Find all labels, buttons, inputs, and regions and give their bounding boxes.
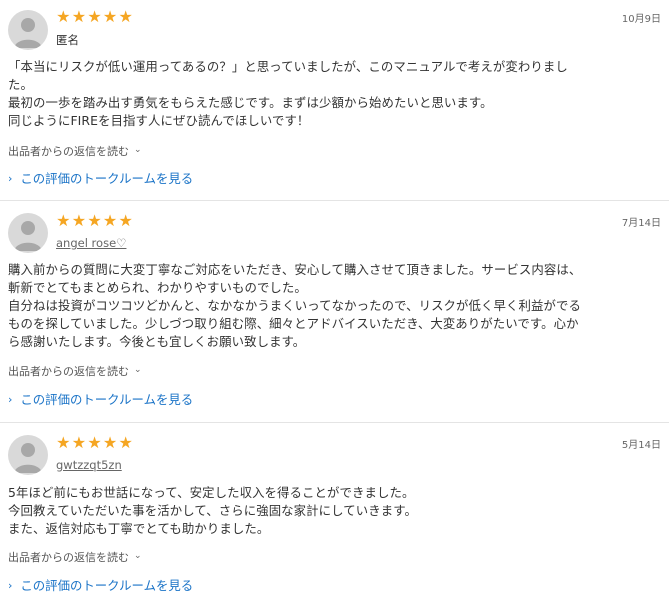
star-icon: ★ (87, 211, 102, 230)
star-icon: ★ (56, 7, 71, 26)
reviewer-name-link[interactable]: angel rose♡ (56, 236, 126, 250)
default-user-avatar-icon[interactable] (8, 435, 48, 475)
review-list: ★ ★ ★ ★ ★ 10月9日 匿名 「本当にリスクが低い運用ってあるの？」と思… (0, 0, 669, 603)
reviewer-name-link[interactable]: gwtzzqt5zn (56, 458, 122, 472)
review-card: ★ ★ ★ ★ ★ 10月9日 匿名 「本当にリスクが低い運用ってあるの？」と思… (0, 0, 669, 200)
review-text-line: た。 (8, 77, 33, 92)
star-icon: ★ (102, 433, 118, 452)
reply-label: 出品者からの返信を読む (8, 365, 129, 378)
review-card: ★ ★ ★ ★ ★ 7月14日 angel rose♡ 購入前からの質問に大変丁… (0, 201, 669, 421)
review-text-line: 自分ねは投資がコツコツどかんと、なかなかうまくいってなかったので、リスクが低く早… (8, 298, 581, 313)
star-icon: ★ (118, 433, 133, 452)
review-text-line: 今回教えていただいた事を活かして、さらに強固な家計にしていきます。 (8, 503, 417, 518)
talkroom-link[interactable]: › この評価のトークルームを見る (8, 390, 193, 408)
reply-label: 出品者からの返信を読む (8, 145, 129, 158)
review-text: 5年ほど前にもお世話になって、安定した収入を得ることができました。 今回教えてい… (8, 484, 663, 538)
star-icon: ★ (56, 211, 71, 230)
star-rating: ★ ★ ★ ★ ★ (56, 435, 133, 451)
chevron-right-icon: › (8, 578, 13, 592)
talkroom-link[interactable]: › この評価のトークルームを見る (8, 576, 193, 594)
review-text-line: 最初の一歩を踏み出す勇気をもらえた感じです。まずは少額から始めたいと思います。 (8, 95, 493, 110)
star-icon: ★ (102, 7, 118, 26)
review-text: 「本当にリスクが低い運用ってあるの？」と思っていましたが、このマニュアルで考えが… (8, 58, 663, 130)
review-text-line: 斬新でとてもまとめられ、わかりやすいものでした。 (8, 280, 307, 295)
default-user-avatar-icon[interactable] (8, 213, 48, 253)
chevron-down-icon: ⌄ (134, 551, 142, 561)
default-user-avatar-icon[interactable] (8, 10, 48, 50)
star-icon: ★ (71, 7, 87, 26)
talkroom-link-label: この評価のトークルームを見る (20, 392, 194, 407)
reply-label: 出品者からの返信を読む (8, 551, 129, 564)
star-rating: ★ ★ ★ ★ ★ (56, 9, 133, 25)
read-seller-reply-toggle[interactable]: 出品者からの返信を読む ⌄ (8, 549, 142, 565)
star-icon: ★ (118, 211, 133, 230)
review-date: 7月14日 (621, 218, 661, 229)
read-seller-reply-toggle[interactable]: 出品者からの返信を読む ⌄ (8, 363, 142, 379)
review-text-line: 5年ほど前にもお世話になって、安定した収入を得ることができました。 (8, 485, 415, 500)
review-text-line: ものを探していました。少しづつ取り組む際、細々とアドバイスいただき、大変ありがた… (8, 316, 579, 331)
review-text: 購入前からの質問に大変丁寧なご対応をいただき、安心して購入させて頂きました。サー… (8, 261, 663, 351)
review-date: 10月9日 (621, 14, 661, 25)
star-icon: ★ (71, 433, 87, 452)
star-icon: ★ (87, 7, 102, 26)
talkroom-link[interactable]: › この評価のトークルームを見る (8, 169, 193, 187)
talkroom-link-label: この評価のトークルームを見る (20, 578, 194, 593)
talkroom-link-label: この評価のトークルームを見る (20, 171, 194, 186)
chevron-right-icon: › (8, 171, 13, 185)
review-text-line: 同じようにFIREを目指す人にぜひ読んでほしいです！ (8, 113, 310, 128)
chevron-right-icon: › (8, 392, 13, 406)
chevron-down-icon: ⌄ (134, 145, 142, 155)
review-text-line: 購入前からの質問に大変丁寧なご対応をいただき、安心して購入させて頂きました。サー… (8, 262, 582, 277)
reviewer-name: 匿名 (56, 33, 79, 47)
star-icon: ★ (102, 211, 118, 230)
read-seller-reply-toggle[interactable]: 出品者からの返信を読む ⌄ (8, 143, 142, 159)
review-date: 5月14日 (621, 440, 661, 451)
review-text-line: ら感謝いたします。今後とも宜しくお願い致します。 (8, 334, 306, 349)
star-icon: ★ (71, 211, 87, 230)
review-card: ★ ★ ★ ★ ★ 5月14日 gwtzzqt5zn 5年ほど前にもお世話になっ… (0, 423, 669, 603)
chevron-down-icon: ⌄ (134, 365, 142, 375)
star-icon: ★ (56, 433, 71, 452)
review-text-line: 「本当にリスクが低い運用ってあるの？」と思っていましたが、このマニュアルで考えが… (8, 59, 568, 74)
star-icon: ★ (118, 7, 133, 26)
star-icon: ★ (87, 433, 102, 452)
star-rating: ★ ★ ★ ★ ★ (56, 213, 133, 229)
review-text-line: また、返信対応も丁寧でとても助かりました。 (8, 521, 270, 536)
